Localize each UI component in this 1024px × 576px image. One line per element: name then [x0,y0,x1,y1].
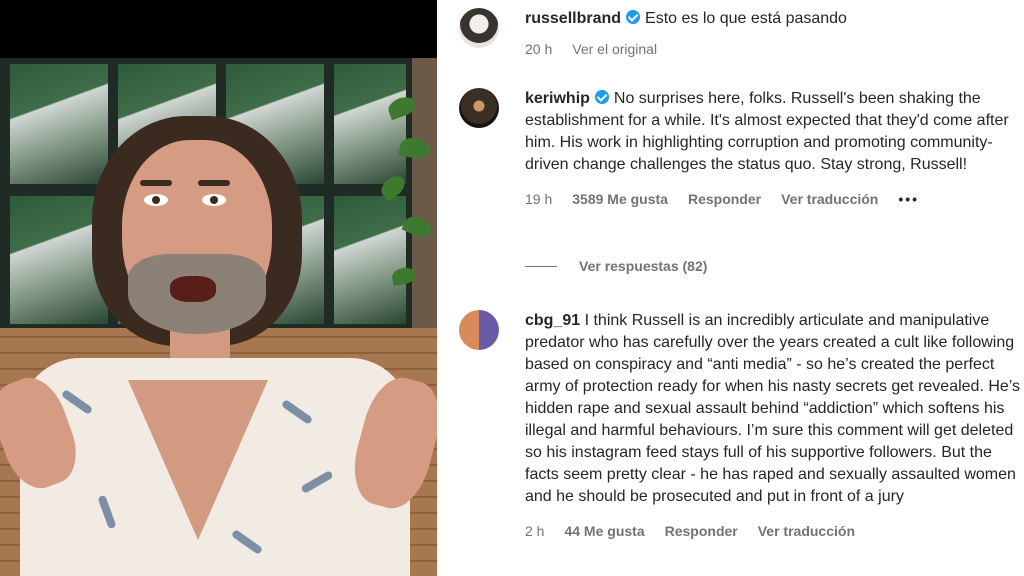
view-replies-button[interactable]: Ver respuestas (82) [525,258,707,274]
speaker-mouth [170,276,216,302]
comment-text: Esto es lo que está pasando [645,10,847,27]
left-eyebrow [140,180,172,186]
verified-badge-icon [594,90,609,104]
video-scene [0,58,437,576]
view-replies-label: Ver respuestas (82) [579,258,708,274]
more-options-icon[interactable]: ••• [898,188,919,210]
username[interactable]: russellbrand [525,10,621,27]
translate-button[interactable]: Ver traducción [781,188,878,210]
comment-body: keriwhip No surprises here, folks. Russel… [525,88,1024,210]
like-count[interactable]: 3589 Me gusta [572,188,668,210]
reply-button[interactable]: Responder [688,188,761,210]
like-count[interactable]: 44 Me gusta [564,520,644,542]
timestamp: 2 h [525,523,545,539]
username[interactable]: cbg_91 [525,312,580,329]
view-original-button[interactable]: Ver el original [572,38,657,60]
timestamp: 20 h [525,41,553,57]
speaker-figure [0,58,437,576]
avatar[interactable] [459,8,499,48]
comment-body: cbg_91 I think Russell is an incredibly … [525,310,1024,542]
comment-meta: 2 h 44 Me gusta Responder Ver traducción [525,520,1024,542]
divider-line [525,265,557,267]
translate-button[interactable]: Ver traducción [758,520,855,542]
comment-body: russellbrand Esto es lo que está pasando … [525,8,1024,60]
verified-badge-icon [626,10,641,24]
speaker-chest [128,380,268,540]
comment-meta: 20 h Ver el original [525,38,1024,60]
comment-meta: 19 h 3589 Me gusta Responder Ver traducc… [525,188,1024,210]
right-eyebrow [198,180,230,186]
avatar[interactable] [459,310,499,350]
timestamp: 19 h [525,191,553,207]
reply-button[interactable]: Responder [665,520,738,542]
comments-panel: russellbrand Esto es lo que está pasando … [437,0,1024,576]
username[interactable]: keriwhip [525,90,590,107]
video-frame [0,0,437,576]
comment-text: I think Russell is an incredibly articul… [525,312,1021,505]
avatar[interactable] [459,88,499,128]
right-eye [202,194,226,206]
left-eye [144,194,168,206]
